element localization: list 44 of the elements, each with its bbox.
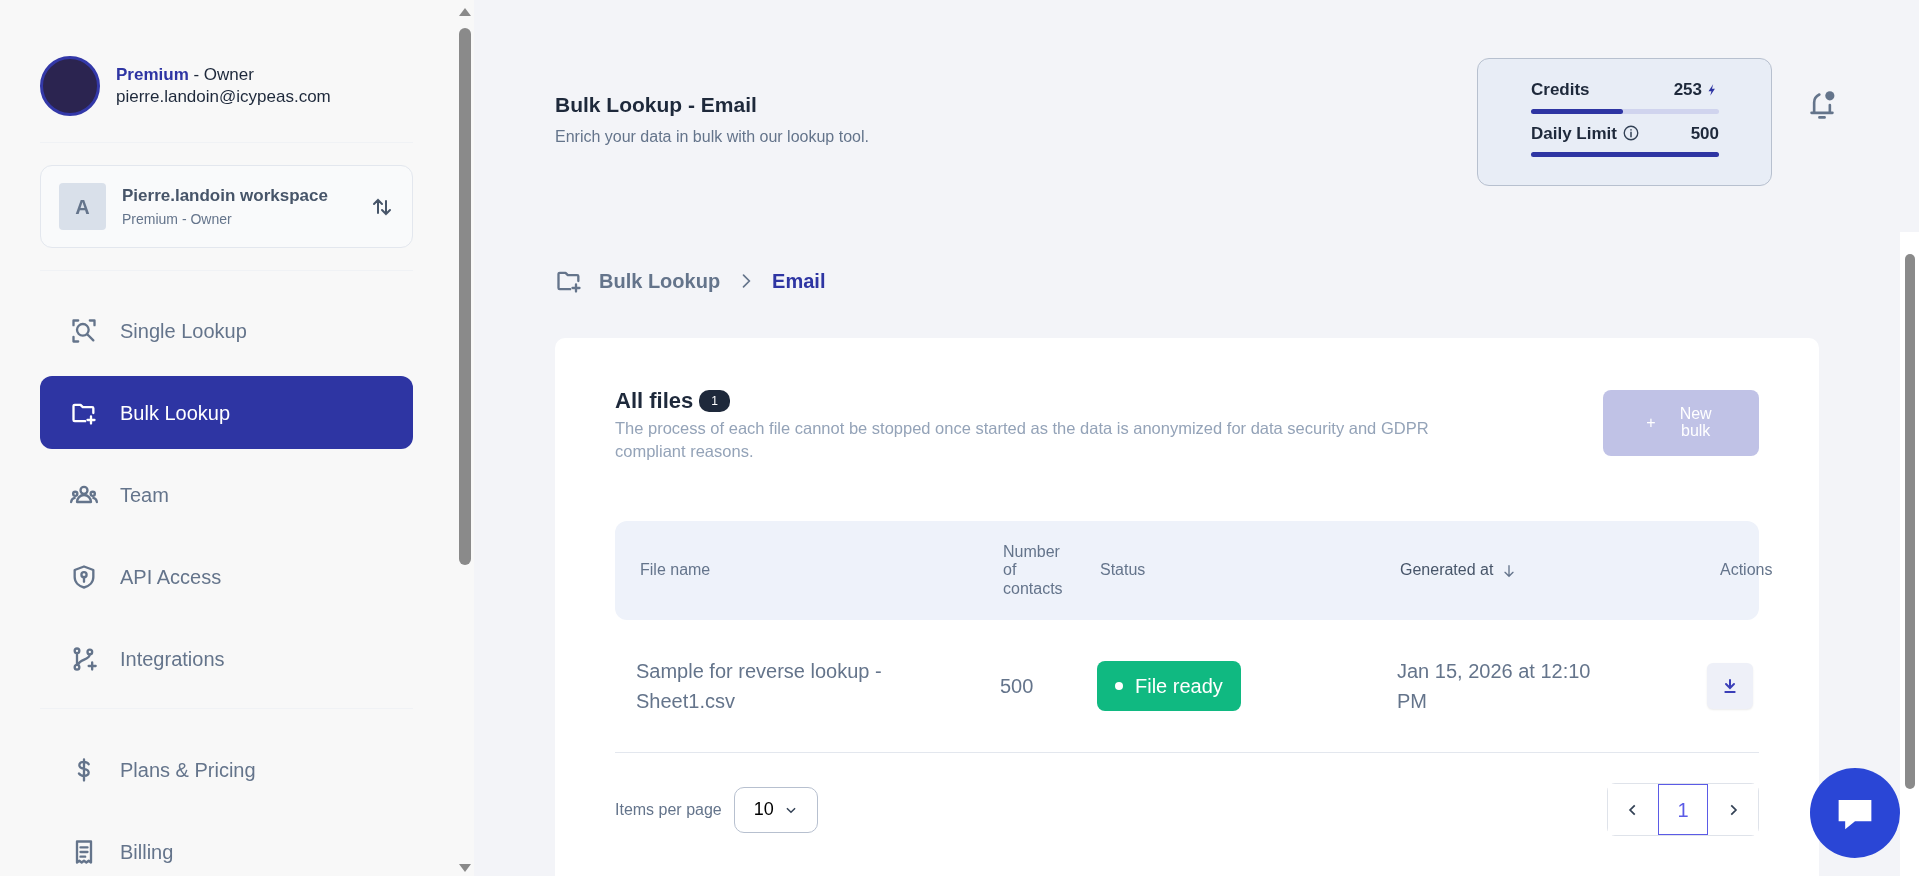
status-badge: File ready bbox=[1097, 661, 1241, 712]
page-title: Bulk Lookup - Email bbox=[555, 92, 758, 118]
column-header[interactable]: Generated at bbox=[1400, 561, 1494, 580]
workspace-initial: A bbox=[59, 183, 106, 230]
nav-item[interactable]: Team bbox=[40, 458, 413, 531]
page-subtitle: Enrich your data in bulk with our lookup tool. bbox=[555, 127, 870, 148]
items-per-page-label: Items per page bbox=[615, 799, 722, 820]
column-header: Actions bbox=[1720, 561, 1773, 580]
nav-item[interactable]: Billing bbox=[40, 815, 413, 876]
generated-date: Jan 15, 2026 at 12:10 PM bbox=[1397, 659, 1592, 715]
nav-item[interactable]: Integrations bbox=[40, 622, 413, 695]
workspace-role: Premium - Owner bbox=[122, 209, 233, 229]
page-button[interactable]: 1 bbox=[1658, 784, 1708, 836]
download-icon bbox=[1722, 678, 1738, 695]
nav-item[interactable]: Plans & Pricing bbox=[40, 733, 413, 806]
account-email: pierre.landoin@icypeas.com bbox=[116, 86, 331, 108]
column-header: Status bbox=[1100, 561, 1146, 580]
column-header: Number of contacts bbox=[1003, 543, 1064, 599]
scroll-up-arrow-icon[interactable] bbox=[458, 8, 471, 16]
nav-item[interactable]: API Access bbox=[40, 540, 413, 613]
meter-label: Credits bbox=[1531, 79, 1590, 101]
meter-value: 500 bbox=[1690, 122, 1719, 145]
scroll-down-arrow-icon[interactable] bbox=[458, 864, 471, 872]
avatar bbox=[40, 56, 100, 116]
section-title: All files bbox=[615, 387, 694, 415]
file-count: 1 bbox=[699, 389, 730, 412]
nav-item[interactable]: Single Lookup bbox=[40, 294, 413, 367]
contact-count: 500 bbox=[1000, 675, 1034, 698]
file-name: Sample for reverse lookup - Sheet1.csv bbox=[636, 659, 883, 715]
column-header: File name bbox=[640, 561, 711, 580]
section-description: The process of each file cannot be stopped once started as the data is anonymized for data security and GDPR compliant reasons. bbox=[615, 418, 1430, 463]
meter-label: Daily Limit bbox=[1531, 122, 1617, 145]
meter-value: 253 bbox=[1673, 79, 1702, 101]
scrollbar[interactable] bbox=[1900, 232, 1919, 876]
info-icon bbox=[1621, 124, 1640, 143]
breadcrumb-link[interactable]: Email bbox=[772, 266, 826, 296]
account-plan: Premium - Owner bbox=[116, 63, 255, 86]
download-button[interactable] bbox=[1707, 663, 1753, 710]
workspace-name: Pierre.landoin workspace bbox=[122, 185, 329, 208]
search-icon bbox=[70, 316, 98, 345]
workspace-switcher[interactable]: A Pierre.landoin workspace Premium - Owner bbox=[40, 165, 413, 248]
breadcrumb-link[interactable]: Bulk Lookup bbox=[599, 266, 721, 296]
page-size-select[interactable]: 10 bbox=[733, 786, 818, 833]
nav-item[interactable]: Bulk Lookup bbox=[40, 376, 413, 449]
